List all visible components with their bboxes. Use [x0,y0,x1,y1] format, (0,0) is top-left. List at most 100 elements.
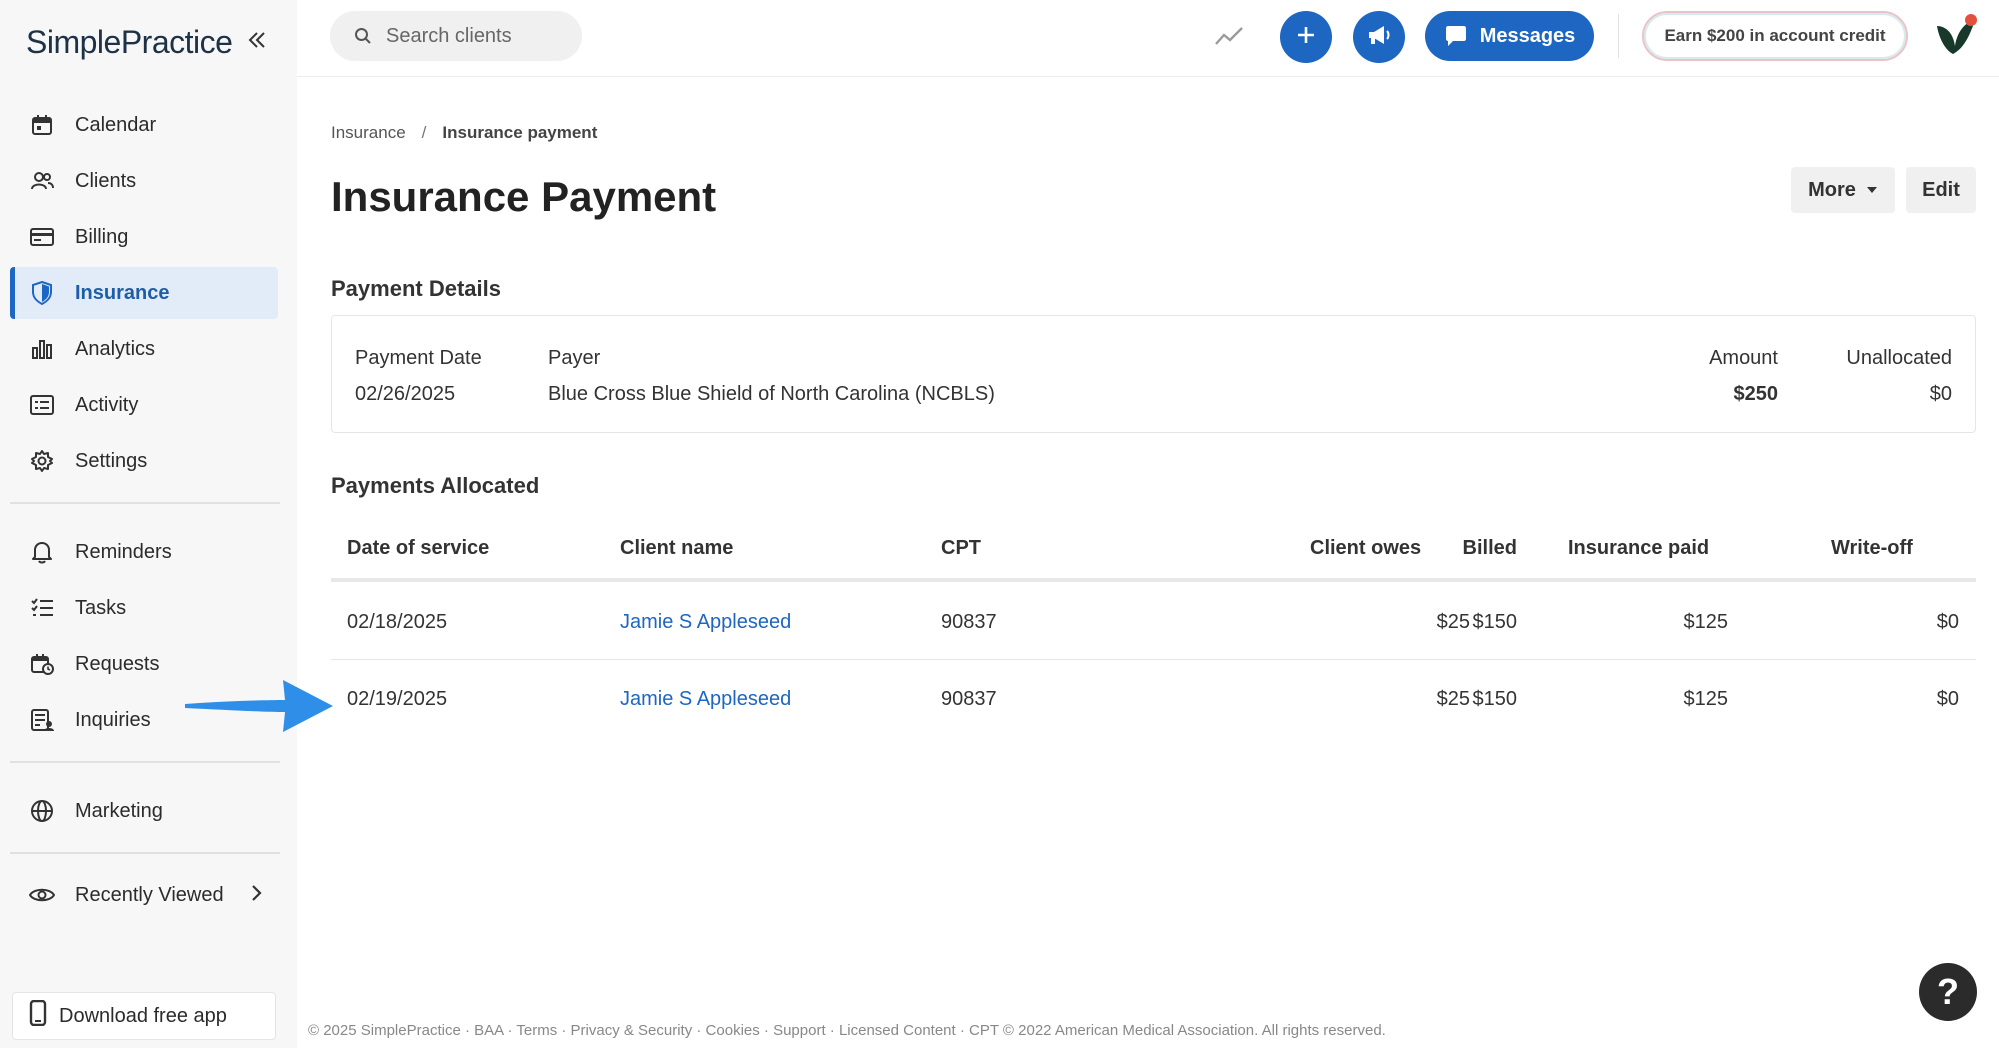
sidebar-divider [10,502,280,504]
unallocated-header: Unallocated [1846,347,1952,369]
breadcrumb: Insurance / Insurance payment [331,123,597,143]
breadcrumb-current: Insurance payment [442,123,598,142]
plus-icon [1296,25,1316,50]
sidebar-item-label: Settings [75,449,148,472]
globe-icon [29,798,55,824]
sidebar-item-reminders[interactable]: Reminders [10,526,278,578]
sidebar-item-label: Activity [75,393,139,416]
sidebar-item-activity[interactable]: Activity [10,379,278,431]
sidebar-item-insurance[interactable]: Insurance [10,267,278,319]
phone-icon [29,999,47,1032]
add-button[interactable] [1280,11,1332,63]
collapse-sidebar-icon[interactable] [246,28,270,58]
sidebar-item-clients[interactable]: Clients [10,155,278,207]
messages-button[interactable]: Messages [1425,11,1594,61]
sidebar-item-label: Tasks [75,596,127,619]
recently-viewed-nav: Recently Viewed [10,869,278,925]
breadcrumb-link-insurance[interactable]: Insurance [331,123,406,142]
cell-date: 02/19/2025 [347,688,448,710]
cell-cpt: 90837 [941,688,997,710]
sidebar-item-label: Requests [75,652,160,675]
inquiries-icon [29,707,55,733]
tasks-icon [29,595,55,621]
sidebar-item-label: Inquiries [75,708,151,731]
col-client-owes: Client owes [1310,537,1422,559]
payer-header: Payer [548,347,601,369]
cell-billed: $150 [1472,611,1518,633]
col-client-name: Client name [620,537,734,559]
annotation-arrow [185,678,335,739]
breadcrumb-separator: / [421,123,427,142]
sidebar-item-label: Analytics [75,337,156,360]
cell-billed: $150 [1472,688,1518,710]
clients-icon [29,168,55,194]
caret-down-icon [1866,183,1878,197]
download-app-button[interactable]: Download free app [12,992,276,1040]
payment-date-value: 02/26/2025 [355,383,456,405]
help-button[interactable]: ? [1919,963,1977,1021]
search-input[interactable]: Search clients [330,11,582,61]
sidebar-item-tasks[interactable]: Tasks [10,582,278,634]
payment-details-card: Payment Date Payer Amount Unallocated 02… [331,315,1976,433]
sidebar-item-label: Calendar [75,113,157,136]
cell-insurance-paid: $125 [1683,688,1729,710]
megaphone-icon [1366,23,1392,52]
cell-write-off: $0 [1936,688,1959,710]
payment-date-header: Payment Date [355,347,482,369]
more-label: More [1808,178,1856,201]
edit-button[interactable]: Edit [1906,167,1976,213]
messages-label: Messages [1479,24,1576,47]
announcements-button[interactable] [1353,11,1405,63]
calendar-icon [29,112,55,138]
download-app-label: Download free app [59,1004,227,1027]
sidebar-item-label: Marketing [75,799,163,822]
marketing-nav: Marketing [10,785,278,841]
amount-header: Amount [1709,347,1778,369]
search-icon [354,27,372,45]
sidebar-item-recently-viewed[interactable]: Recently Viewed [10,869,278,921]
cell-insurance-paid: $125 [1683,611,1729,633]
sidebar-item-calendar[interactable]: Calendar [10,99,278,151]
cell-client-owes: $25 [1436,611,1470,633]
requests-icon [29,651,55,677]
trend-icon[interactable] [1214,22,1244,55]
col-billed: Billed [1462,537,1517,559]
logo[interactable]: SimplePractice [26,24,233,61]
sidebar-item-marketing[interactable]: Marketing [10,785,278,837]
page-title: Insurance Payment [331,173,717,220]
gear-icon [29,448,55,474]
client-link[interactable]: Jamie S Appleseed [620,688,791,711]
edit-label: Edit [1922,178,1960,201]
sidebar: SimplePractice Calendar Clients Billing … [0,0,297,1048]
payments-allocated-title: Payments Allocated [331,473,540,498]
sidebar-item-settings[interactable]: Settings [10,435,278,487]
table-row: 02/19/2025 Jamie S Appleseed 90837 $150 … [331,661,1976,737]
cell-cpt: 90837 [941,611,997,633]
sidebar-item-label: Billing [75,225,129,248]
col-insurance-paid: Insurance paid [1568,537,1710,559]
sidebar-item-billing[interactable]: Billing [10,211,278,263]
list-icon [29,392,55,418]
sidebar-divider [10,761,280,763]
sidebar-item-analytics[interactable]: Analytics [10,323,278,375]
eye-icon [29,882,55,908]
primary-nav: Calendar Clients Billing Insurance Analy… [10,99,278,491]
table-row: 02/18/2025 Jamie S Appleseed 90837 $150 … [331,584,1976,660]
bar-chart-icon [29,336,55,362]
avatar[interactable] [1931,12,1979,60]
col-date-of-service: Date of service [347,537,490,559]
more-button[interactable]: More [1791,167,1895,213]
sidebar-divider [10,852,280,854]
sidebar-item-label: Recently Viewed [75,883,224,906]
chevron-right-icon [250,882,264,910]
shield-icon [29,280,55,306]
bell-icon [29,539,55,565]
sidebar-item-label: Reminders [75,540,172,563]
sidebar-item-label: Insurance [75,281,170,304]
search-placeholder: Search clients [386,24,512,47]
col-write-off: Write-off [1831,537,1913,559]
sidebar-item-label: Clients [75,169,137,192]
earn-credit-button[interactable]: Earn $200 in account credit [1642,11,1908,61]
billing-icon [29,224,55,250]
client-link[interactable]: Jamie S Appleseed [620,611,791,634]
